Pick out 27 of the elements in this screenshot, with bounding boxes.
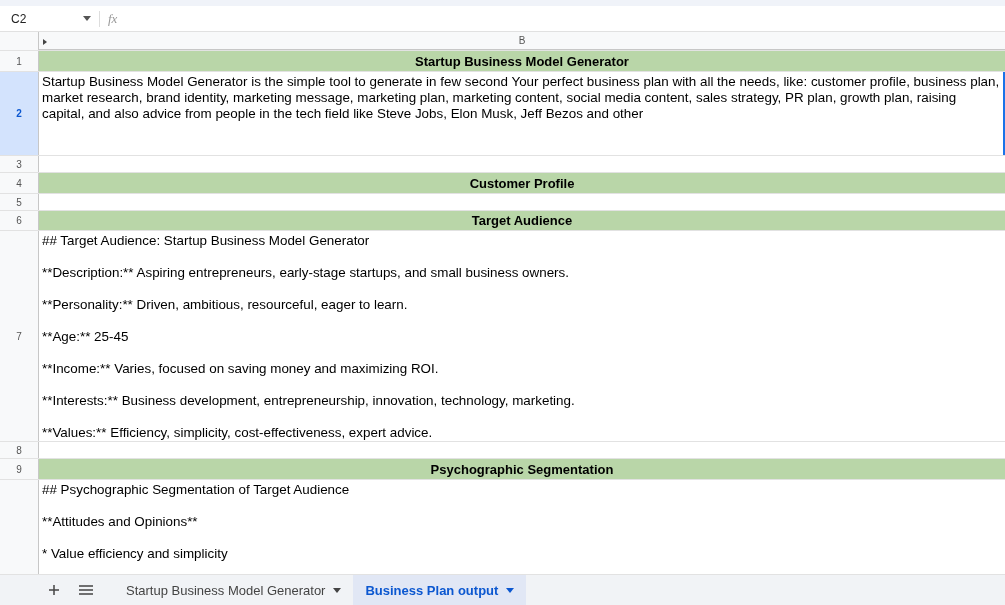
table-cell-text: ## Target Audience: Startup Business Model Generator **Description:** Aspiring entrepreneurs, early-stage startups, and small business owners. **Personality:** Driven, ambitious, resourceful, eager to learn. **Age:** 25-45 **Income:** Varies, focused on saving money and maximizing ROI. **Interests:** Business development, entrepreneurship, innovation, technology, marketing. **Values:** Efficiency, simplicity, cost-effectiveness, expert advice. — [41, 232, 576, 441]
row-header[interactable]: 7 — [0, 231, 39, 441]
table-cell: Startup Business Model Generator is the simple tool to generate in few second Your perfect business plan with all the needs, like: customer profile, business plan, market research, brand identity, marketing message, marketing plan, marketing content, social media content, sales strategy, PR plan, growth plan, raising capital, and also advice from people in the tech field like Steve Jobs, Elon Musk, Jeff Bezos and other — [39, 72, 1005, 155]
row-header[interactable]: 9 — [0, 459, 39, 479]
table-cell-text: ## Psychographic Segmentation of Target Audience **Attitudes and Opinions** * Value efficiency and simplicity — [41, 481, 351, 563]
column-header[interactable]: B — [39, 32, 1005, 50]
name-box[interactable]: C2 — [0, 11, 99, 26]
section-heading: Customer Profile — [39, 173, 1005, 193]
caret-icon — [83, 16, 91, 21]
row-header[interactable]: 4 — [0, 173, 39, 193]
row-header[interactable]: 1 — [0, 51, 39, 71]
formula-icon: fx — [108, 10, 118, 27]
caret-icon — [506, 587, 515, 593]
menu-icon — [79, 585, 93, 595]
plus-icon — [48, 584, 60, 596]
sheet-tab[interactable]: Business Plan output — [353, 575, 527, 605]
section-heading: Target Audience — [39, 211, 1005, 230]
sheet-tab[interactable]: Startup Business Model Generator — [114, 575, 354, 605]
expand-icon[interactable] — [43, 39, 47, 45]
section-heading: Startup Business Model Generator — [39, 51, 1005, 71]
row-header[interactable]: 5 — [0, 194, 39, 210]
row-header[interactable]: 3 — [0, 156, 39, 172]
caret-icon — [333, 587, 342, 593]
row-header[interactable]: 2 — [0, 72, 39, 155]
row-header[interactable]: 6 — [0, 211, 39, 230]
section-heading: Psychographic Segmentation — [39, 459, 1005, 479]
row-header[interactable]: 8 — [0, 442, 39, 458]
